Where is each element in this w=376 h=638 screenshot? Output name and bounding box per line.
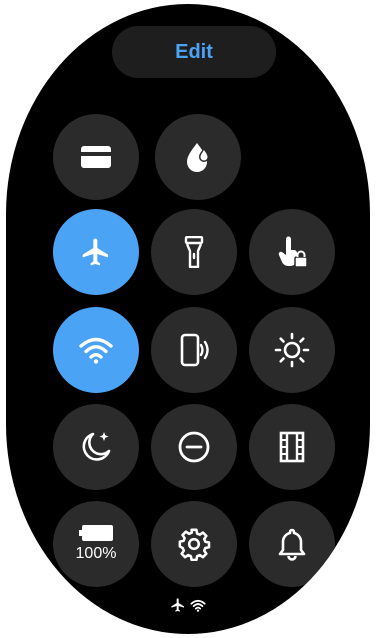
gear-icon xyxy=(178,528,211,561)
battery-tile[interactable]: 100% xyxy=(53,501,139,587)
status-bar xyxy=(6,597,370,613)
airplane-mode-tile[interactable] xyxy=(53,209,139,295)
water-drop-icon xyxy=(187,143,209,172)
wallet-tile[interactable] xyxy=(53,114,139,200)
battery-icon xyxy=(78,525,113,541)
film-icon xyxy=(279,431,305,463)
airplane-icon xyxy=(171,598,184,612)
wifi-icon xyxy=(79,337,113,364)
quick-settings-panel: Edit 100% xyxy=(6,4,370,634)
find-phone-tile[interactable] xyxy=(151,307,237,393)
touch-lock-tile[interactable] xyxy=(249,209,335,295)
battery-status: 100% xyxy=(75,525,117,563)
settings-tile[interactable] xyxy=(151,501,237,587)
touch-lock-icon xyxy=(278,236,308,268)
airplane-icon xyxy=(82,238,108,266)
bell-icon xyxy=(278,528,306,561)
brightness-icon xyxy=(274,332,310,368)
theater-mode-tile[interactable] xyxy=(249,404,335,490)
bedtime-mode-tile[interactable] xyxy=(53,404,139,490)
card-icon xyxy=(81,146,111,168)
moon-icon xyxy=(82,432,111,461)
water-lock-tile[interactable] xyxy=(155,114,241,200)
dnd-icon xyxy=(178,431,210,463)
do-not-disturb-tile[interactable] xyxy=(151,404,237,490)
sound-tile[interactable] xyxy=(249,501,335,587)
battery-level: 100% xyxy=(75,545,117,562)
brightness-tile[interactable] xyxy=(249,307,335,393)
wifi-icon xyxy=(190,599,206,612)
phone-ring-icon xyxy=(180,333,209,367)
flashlight-tile[interactable] xyxy=(151,209,237,295)
wifi-tile[interactable] xyxy=(53,307,139,393)
edit-button[interactable]: Edit xyxy=(112,26,276,78)
flashlight-icon xyxy=(184,236,204,268)
